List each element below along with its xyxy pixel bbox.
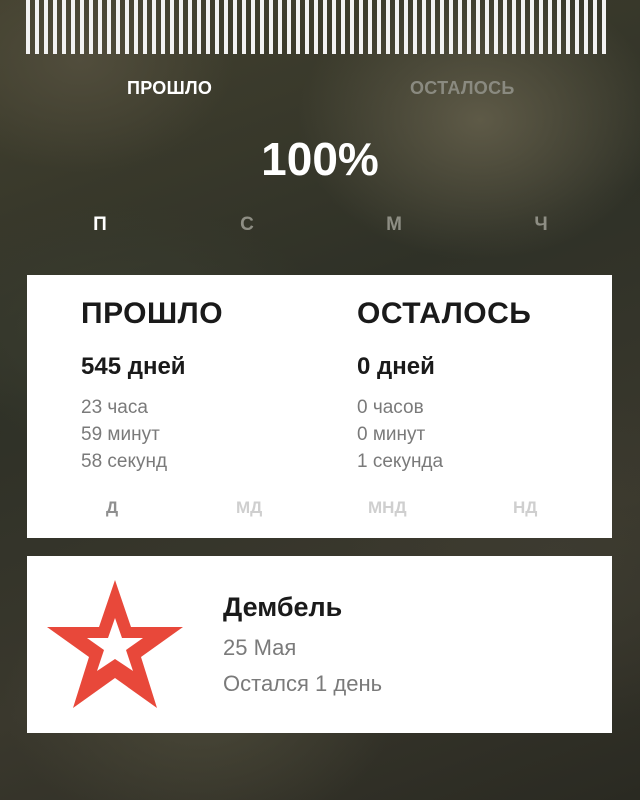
unit-tab-ch[interactable]: Ч [526,214,556,236]
progress-percent: 100% [261,133,379,185]
unit-tabs: П С М Ч [0,214,640,238]
passed-seconds: 58 секунд [81,451,168,472]
event-date: 25 Мая [223,635,297,660]
progress-bar [26,0,610,54]
remaining-column: ОСТАЛОСЬ 0 дней 0 часов 0 минут 1 секунд… [357,297,531,475]
event-remaining: Остался 1 день [223,671,383,696]
event-info: Дембель 25 Мая Остался 1 день [223,592,382,697]
event-card[interactable]: Дембель 25 Мая Остался 1 день [27,556,612,733]
passed-column: ПРОШЛО 545 дней 23 часа 59 минут 58 секу… [81,297,223,475]
tab-remaining[interactable]: ОСТАЛОСЬ [410,78,515,99]
timer-card: ПРОШЛО 545 дней 23 часа 59 минут 58 секу… [27,275,612,538]
remaining-seconds: 1 секунда [357,451,444,472]
remaining-hours: 0 часов [357,397,424,418]
card-tab-nd[interactable]: НД [513,498,537,518]
mode-tabs: ПРОШЛО ОСТАЛОСЬ [0,78,640,100]
unit-tab-s[interactable]: С [232,214,262,236]
passed-title: ПРОШЛО [81,297,224,330]
card-tab-mnd[interactable]: МНД [368,498,407,518]
card-tab-md[interactable]: МД [236,498,262,518]
unit-tab-m[interactable]: М [379,214,409,236]
tab-passed[interactable]: ПРОШЛО [127,78,212,99]
event-title: Дембель [223,592,343,622]
card-tabs: Д МД МНД НД [27,498,612,520]
card-tab-d[interactable]: Д [106,498,118,518]
remaining-minutes: 0 минут [357,424,426,445]
passed-hours: 23 часа [81,397,148,418]
remaining-title: ОСТАЛОСЬ [357,297,532,330]
passed-days: 545 дней [81,353,186,380]
remaining-detail: 0 часов 0 минут 1 секунда [357,394,531,475]
passed-detail: 23 часа 59 минут 58 секунд [81,394,223,475]
red-star-icon [47,580,183,708]
passed-minutes: 59 минут [81,424,160,445]
unit-tab-p[interactable]: П [85,214,115,236]
remaining-days: 0 дней [357,353,435,380]
